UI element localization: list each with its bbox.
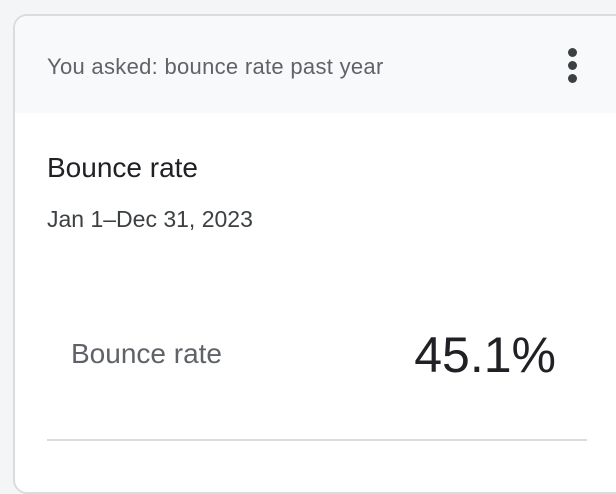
more-vert-icon-dot-bottom [568, 74, 577, 83]
date-range: Jan 1–Dec 31, 2023 [47, 206, 253, 232]
more-vert-icon-dot-middle [568, 61, 577, 70]
more-options-button[interactable] [557, 44, 589, 88]
query-text: You asked: bounce rate past year [47, 54, 384, 79]
metric-label: Bounce rate [71, 338, 222, 369]
metric-value: 45.1% [414, 327, 556, 383]
divider [47, 439, 587, 441]
card-title: Bounce rate [47, 152, 198, 183]
insight-card: You asked: bounce rate past year Bounce … [13, 14, 616, 494]
more-vert-icon [568, 48, 577, 57]
card-header: You asked: bounce rate past year [15, 16, 616, 113]
